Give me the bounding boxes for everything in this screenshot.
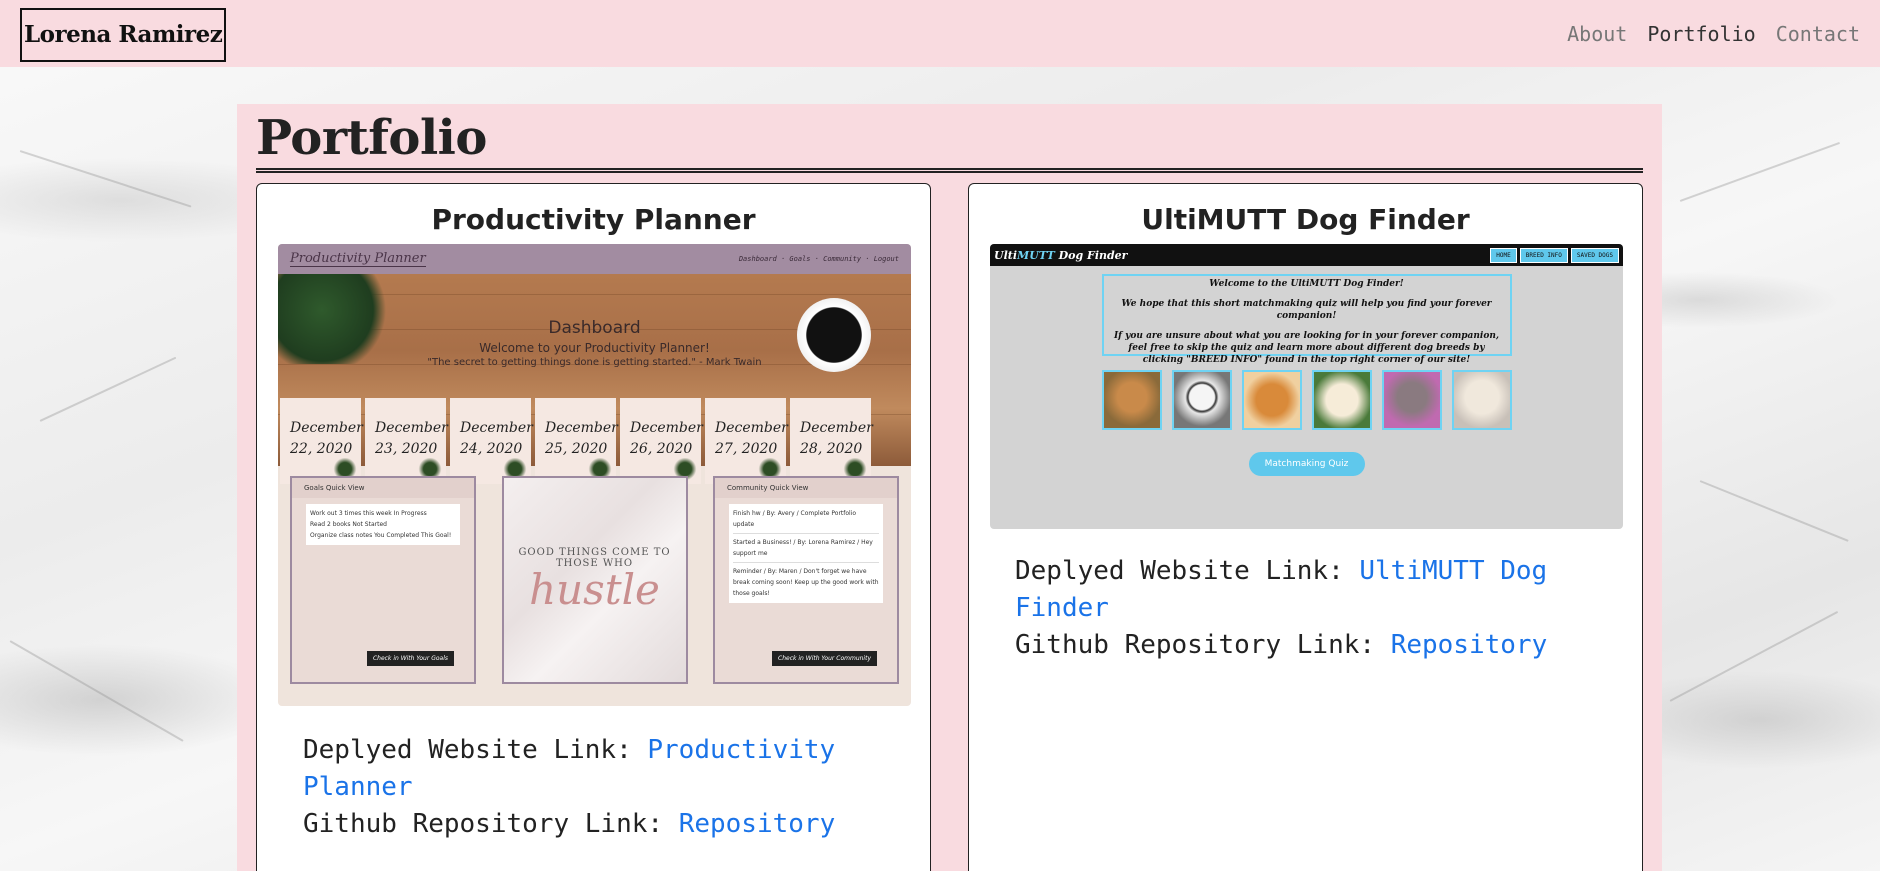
day-card: December 25, 2020 (535, 398, 618, 484)
project-cards: Productivity Planner Productivity Planne… (256, 183, 1643, 871)
dog-photo (1311, 370, 1372, 430)
deployed-link-row: Deplyed Website Link: UltiMUTT Dog Finde… (1015, 553, 1596, 627)
day-card: December 22, 2020 (280, 398, 363, 484)
hustle-script: hustle (529, 564, 660, 614)
goal-item: Organize class notes You Completed This … (310, 532, 452, 539)
deployed-link-label: Deplyed Website Link: (303, 735, 648, 765)
dog-photo (1451, 370, 1512, 430)
repo-link-row: Github Repository Link: Repository (303, 806, 884, 843)
screenshot-day-cards: December 22, 2020 December 23, 2020 Dece… (280, 398, 873, 484)
brand-part: Dog Finder (1054, 248, 1128, 262)
repo-link-row: Github Repository Link: Repository (1015, 627, 1596, 664)
goal-item: Work out 3 times this week In Progress (310, 510, 427, 517)
repo-link-label: Github Repository Link: (1015, 630, 1391, 660)
welcome-box: Welcome to the UltiMUTT Dog Finder! We h… (1101, 274, 1512, 365)
repo-link[interactable]: Repository (679, 809, 836, 839)
repo-link-label: Github Repository Link: (303, 809, 679, 839)
card-title: UltiMUTT Dog Finder (1141, 203, 1470, 236)
community-panel: Community Quick View Finish hw / By: Ave… (713, 476, 899, 684)
screenshot-menu: Dashboard · Goals · Community · Logout (738, 255, 899, 263)
screenshot-quote: "The secret to getting things done is ge… (427, 357, 762, 368)
home-button: HOME (1490, 247, 1517, 263)
screenshot-brand: UltiMUTT Dog Finder (994, 249, 1127, 262)
nav-link-contact[interactable]: Contact (1776, 22, 1860, 46)
day-card: December 28, 2020 (790, 398, 873, 484)
dog-photo (1101, 370, 1162, 430)
day-card: December 27, 2020 (705, 398, 788, 484)
screenshot-dashboard-text: Dashboard Welcome to your Productivity P… (278, 318, 911, 368)
project-screenshot: Productivity Planner Dashboard · Goals ·… (278, 244, 911, 706)
goal-item: Read 2 books Not Started (310, 521, 387, 528)
nav-link-about[interactable]: About (1567, 22, 1627, 46)
project-links: Deplyed Website Link: UltiMUTT Dog Finde… (990, 529, 1621, 688)
day-card: December 26, 2020 (620, 398, 703, 484)
navbar: Lorena Ramirez About Portfolio Contact (0, 0, 1880, 67)
dog-thumbnails (990, 370, 1623, 430)
welcome-line: If you are unsure about what you are loo… (1113, 331, 1500, 365)
brand-part: MUTT (1017, 248, 1055, 262)
brand-logo[interactable]: Lorena Ramirez (20, 7, 227, 62)
project-card-productivity-planner: Productivity Planner Productivity Planne… (256, 183, 931, 871)
project-screenshot: UltiMUTT Dog Finder HOME BREED INFO SAVE… (990, 244, 1623, 529)
card-title: Productivity Planner (431, 203, 756, 236)
community-item: Reminder / By: Maren / Don't forget we h… (733, 568, 879, 597)
matchmaking-quiz-button: Matchmaking Quiz (1248, 452, 1365, 476)
breed-info-button: BREED INFO (1519, 247, 1568, 263)
welcome-heading: Welcome to the UltiMUTT Dog Finder! (1209, 279, 1404, 289)
screenshot-navbar: Productivity Planner Dashboard · Goals ·… (278, 244, 911, 274)
screenshot-nav-buttons: HOME BREED INFO SAVED DOGS (1490, 247, 1619, 263)
title-divider (256, 168, 1643, 173)
project-card-ultimutt-dog-finder: UltiMUTT Dog Finder UltiMUTT Dog Finder … (968, 183, 1643, 871)
community-panel-header: Community Quick View (715, 478, 897, 498)
project-links: Deplyed Website Link: Productivity Plann… (278, 706, 909, 867)
hustle-panel: GOOD THINGS COME TO THOSE WHO hustle (501, 476, 688, 684)
day-card: December 24, 2020 (450, 398, 533, 484)
saved-dogs-button: SAVED DOGS (1570, 247, 1619, 263)
screenshot-panels: Goals Quick View Work out 3 times this w… (278, 466, 911, 694)
goals-list: Work out 3 times this week In Progress R… (306, 504, 460, 545)
community-list: Finish hw / By: Avery / Complete Portfol… (729, 504, 883, 603)
screenshot-navbar: UltiMUTT Dog Finder HOME BREED INFO SAVE… (990, 244, 1623, 266)
community-item: Finish hw / By: Avery / Complete Portfol… (733, 508, 879, 534)
welcome-line: We hope that this short matchmaking quiz… (1121, 299, 1492, 321)
deployed-link-row: Deplyed Website Link: Productivity Plann… (303, 732, 884, 806)
brand-part: Ulti (994, 248, 1018, 262)
goals-button: Check in With Your Goals (366, 651, 454, 666)
dog-photo (1241, 370, 1302, 430)
deployed-link-label: Deplyed Website Link: (1015, 556, 1360, 586)
day-card: December 23, 2020 (365, 398, 448, 484)
nav-link-portfolio[interactable]: Portfolio (1647, 22, 1755, 46)
nav-links: About Portfolio Contact (1567, 22, 1860, 46)
screenshot-heading: Dashboard (548, 318, 641, 338)
screenshot-desk-header: Dashboard Welcome to your Productivity P… (278, 274, 911, 484)
community-item: Started a Business! / By: Lorena Ramirez… (733, 534, 879, 563)
goals-panel: Goals Quick View Work out 3 times this w… (290, 476, 476, 684)
page-title: Portfolio (256, 110, 487, 166)
screenshot-welcome: Welcome to your Productivity Planner! (479, 341, 710, 355)
community-button: Check in With Your Community (772, 651, 877, 666)
dog-photo (1171, 370, 1232, 430)
repo-link[interactable]: Repository (1391, 630, 1548, 660)
screenshot-brand: Productivity Planner (290, 251, 426, 267)
dog-photo (1381, 370, 1442, 430)
goals-panel-header: Goals Quick View (292, 478, 474, 498)
portfolio-section: Portfolio Productivity Planner Productiv… (237, 104, 1662, 871)
